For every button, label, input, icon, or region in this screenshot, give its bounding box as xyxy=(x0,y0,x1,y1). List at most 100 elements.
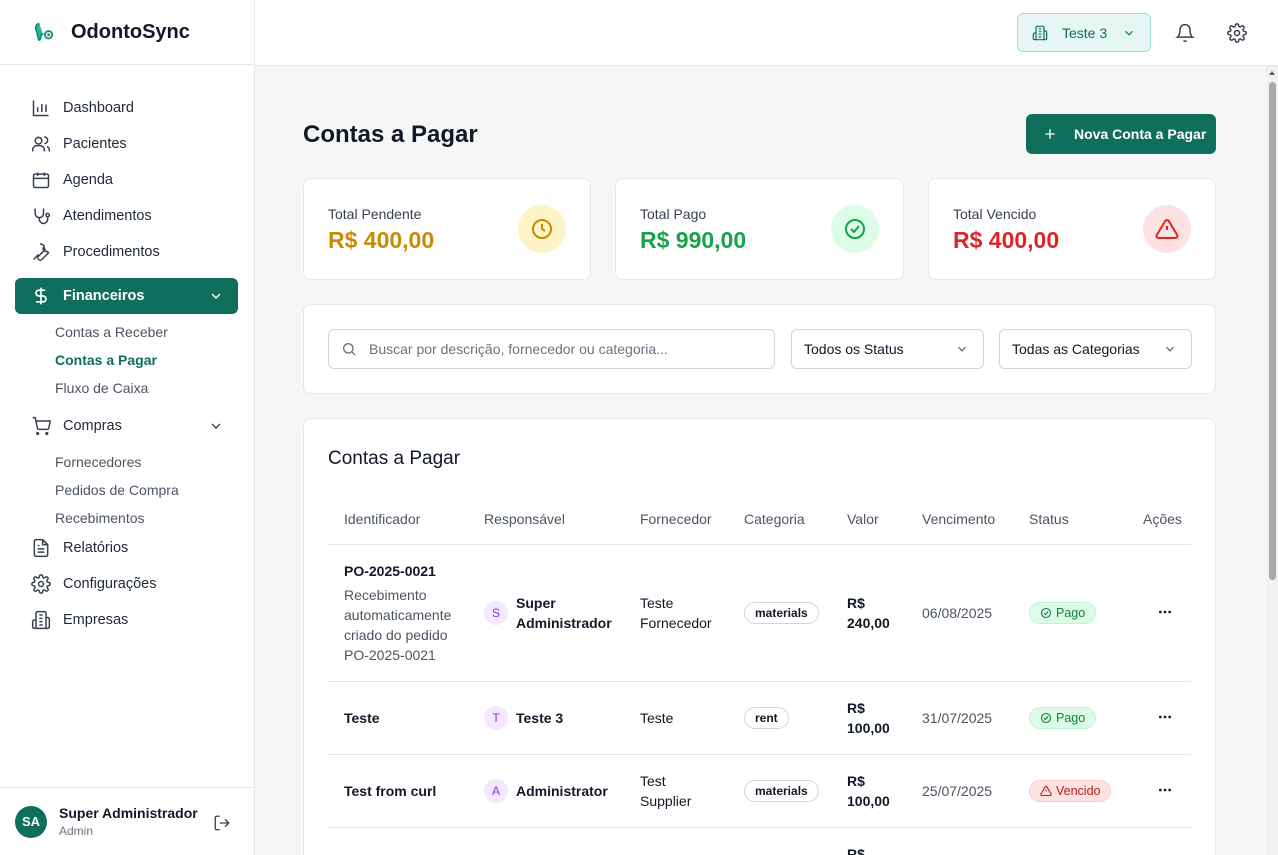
shopping-cart-icon xyxy=(32,416,51,436)
row-divider xyxy=(328,544,1191,545)
row-divider xyxy=(328,681,1191,682)
search-icon xyxy=(343,343,356,356)
status-filter-value: Todos os Status xyxy=(804,341,904,357)
sidebar-item-procedimentos[interactable]: Procedimentos xyxy=(15,234,238,270)
dollar-icon xyxy=(35,287,47,305)
row-identifier: Teste xyxy=(344,710,380,726)
sidebar-subitem-fluxo-caixa[interactable]: Fluxo de Caixa xyxy=(55,374,254,402)
sidebar-item-configuracoes[interactable]: Configurações xyxy=(15,566,238,602)
row-divider xyxy=(328,754,1191,755)
page-scrollbar[interactable] xyxy=(1266,66,1278,855)
sidebar-item-label: Configurações xyxy=(63,576,157,592)
responsible-avatar: A xyxy=(484,779,508,803)
sidebar-subitem-contas-receber[interactable]: Contas a Receber xyxy=(55,318,254,346)
responsible-name: Super Administrador xyxy=(516,593,612,633)
category-filter-select[interactable]: Todas as Categorias xyxy=(999,329,1192,369)
sidebar-nav: Dashboard Pacientes Agenda Atendimentos … xyxy=(0,65,254,638)
sidebar-subitem-pedidos-compra[interactable]: Pedidos de Compra xyxy=(55,476,254,504)
sidebar-item-atendimentos[interactable]: Atendimentos xyxy=(15,198,238,234)
sidebar-item-empresas[interactable]: Empresas xyxy=(15,602,238,638)
clock-icon xyxy=(532,219,552,239)
sidebar-item-label: Compras xyxy=(63,418,122,434)
financeiros-submenu: Contas a Receber Contas a Pagar Fluxo de… xyxy=(0,314,254,408)
responsible-name-line: Administrador xyxy=(516,615,612,631)
column-header[interactable]: Status xyxy=(1029,511,1069,527)
more-actions-icon[interactable] xyxy=(1157,709,1173,725)
row-supplier-line: Supplier xyxy=(640,793,692,809)
row-value: R$ 240,00 xyxy=(847,593,890,633)
logout-icon[interactable] xyxy=(213,814,231,832)
row-supplier: Teste xyxy=(640,710,674,726)
brand-name: OdontoSync xyxy=(71,20,190,43)
row-identifier: Test from curl xyxy=(344,783,437,799)
responsible-name: Administrator xyxy=(516,783,608,799)
chevron-down-icon xyxy=(211,293,221,299)
sidebar-subitem-fornecedores[interactable]: Fornecedores xyxy=(55,448,254,476)
sidebar-item-agenda[interactable]: Agenda xyxy=(15,162,238,198)
sidebar-item-pacientes[interactable]: Pacientes xyxy=(15,126,238,162)
category-badge: rent xyxy=(744,707,789,729)
row-description: Recebimento automaticamente criado do pe… xyxy=(344,585,451,665)
sidebar-item-compras[interactable]: Compras xyxy=(15,408,238,444)
stat-label: Total Pendente xyxy=(328,206,422,222)
bell-icon[interactable] xyxy=(1175,23,1195,43)
sidebar-item-financeiros[interactable]: Financeiros xyxy=(15,278,238,314)
stat-label: Total Vencido xyxy=(953,206,1037,222)
check-circle-icon xyxy=(1040,607,1052,619)
user-name: Super Administrador xyxy=(59,805,198,821)
scroll-thumb[interactable] xyxy=(1269,82,1276,580)
row-supplier: Teste Fornecedor xyxy=(640,593,712,633)
row-supplier-line: Test xyxy=(640,773,666,789)
status-badge-label: Vencido xyxy=(1056,784,1101,798)
column-header[interactable]: Categoria xyxy=(744,511,805,527)
search-placeholder: Buscar por descrição, fornecedor ou cate… xyxy=(369,341,668,357)
stat-icon-bg xyxy=(1143,205,1191,253)
users-icon xyxy=(31,136,51,152)
responsible-name: Teste 3 xyxy=(516,710,564,726)
sidebar-item-label: Atendimentos xyxy=(63,208,152,224)
category-badge: materials xyxy=(744,780,819,802)
sidebar-item-label: Relatórios xyxy=(63,540,129,556)
stat-card-pendente: Total Pendente R$ 400,00 xyxy=(303,178,591,280)
filter-card: Buscar por descrição, fornecedor ou cate… xyxy=(303,304,1216,394)
row-value-line: 240,00 xyxy=(847,615,890,631)
sidebar-subitem-recebimentos[interactable]: Recebimentos xyxy=(55,504,254,532)
category-badge: materials xyxy=(744,602,819,624)
company-selector[interactable]: Teste 3 xyxy=(1017,13,1151,52)
sidebar-item-label: Procedimentos xyxy=(63,244,160,260)
row-description-line: automaticamente xyxy=(344,607,452,623)
responsible-avatar: S xyxy=(484,601,508,625)
column-header: Ações xyxy=(1143,511,1182,527)
avatar[interactable]: SA xyxy=(15,805,47,838)
stat-card-vencido: Total Vencido R$ 400,00 xyxy=(928,178,1216,280)
column-header[interactable]: Fornecedor xyxy=(640,511,712,527)
company-selector-label: Teste 3 xyxy=(1062,24,1108,41)
gear-icon[interactable] xyxy=(1227,23,1247,43)
status-badge: Vencido xyxy=(1029,780,1112,802)
check-circle-icon xyxy=(1040,712,1052,724)
row-value: R$ 100,00 xyxy=(847,771,890,811)
column-header[interactable]: Valor xyxy=(847,511,879,527)
search-input[interactable]: Buscar por descrição, fornecedor ou cate… xyxy=(328,329,775,369)
row-value-line: R$ xyxy=(847,773,865,789)
sidebar-item-label: Financeiros xyxy=(63,288,145,304)
more-actions-icon[interactable] xyxy=(1157,782,1173,798)
brand: OdontoSync xyxy=(0,0,254,65)
building-icon xyxy=(1032,25,1048,40)
user-role: Admin xyxy=(59,824,94,838)
status-badge: Pago xyxy=(1029,602,1097,624)
sidebar-subitem-contas-pagar[interactable]: Contas a Pagar xyxy=(55,346,254,374)
more-actions-icon[interactable] xyxy=(1157,604,1173,620)
column-header[interactable]: Vencimento xyxy=(922,511,995,527)
payables-table-card: Contas a Pagar Identificador Responsável… xyxy=(303,418,1216,855)
scroll-up-arrow-icon[interactable] xyxy=(1269,71,1275,75)
row-description-line: Recebimento xyxy=(344,587,427,603)
sidebar-item-relatorios[interactable]: Relatórios xyxy=(15,530,238,566)
row-supplier: Test Supplier xyxy=(640,771,691,811)
column-header[interactable]: Identificador xyxy=(344,511,420,527)
new-payable-button[interactable]: Nova Conta a Pagar xyxy=(1026,114,1216,154)
tooth-logo-icon xyxy=(34,22,54,41)
sidebar-item-dashboard[interactable]: Dashboard xyxy=(15,90,238,126)
column-header[interactable]: Responsável xyxy=(484,511,565,527)
status-filter-select[interactable]: Todos os Status xyxy=(791,329,984,369)
